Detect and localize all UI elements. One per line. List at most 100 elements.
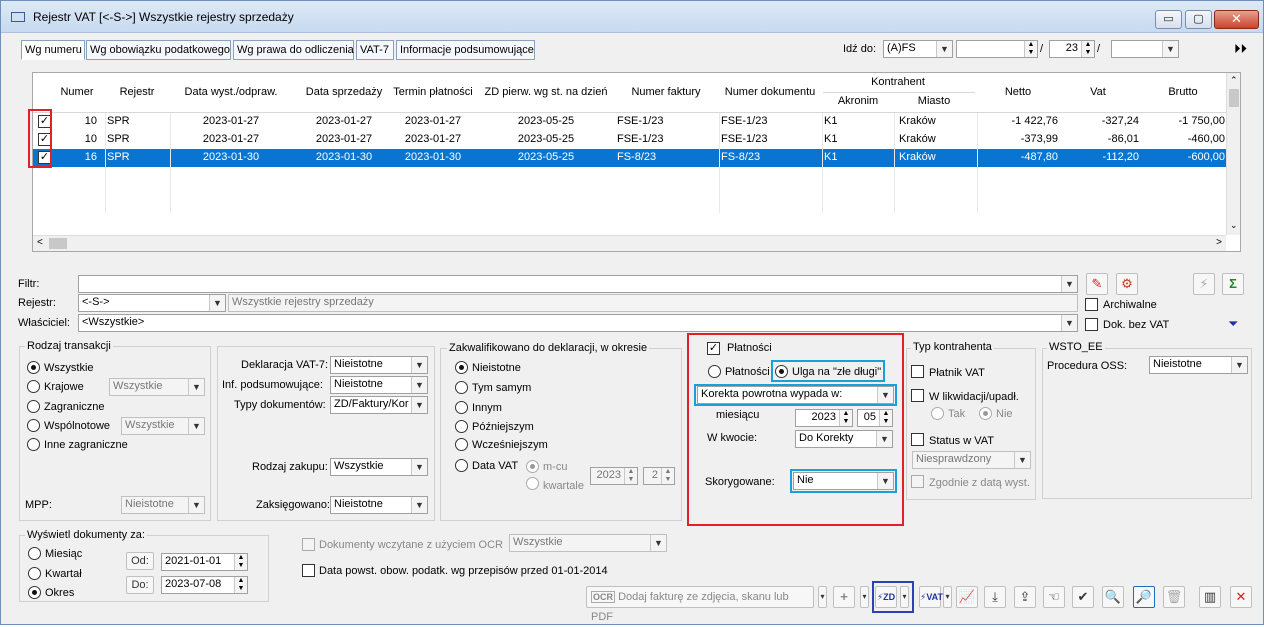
columns-icon[interactable]: ▥ <box>1199 586 1221 608</box>
radio-tym-samym[interactable] <box>455 381 468 394</box>
chevron-down-icon[interactable]: ▼ <box>1061 315 1077 331</box>
od-date-spin[interactable]: 2021-01-01 ▲ ▼ <box>161 553 248 571</box>
korekta-month-spin[interactable]: 05 ▲ ▼ <box>857 409 893 427</box>
goto-number-spin[interactable]: ▲ ▼ <box>956 40 1038 58</box>
archiwalne-checkbox[interactable] <box>1085 298 1098 311</box>
document-up-icon[interactable]: ⇪ <box>1014 586 1036 608</box>
radio-zagraniczne[interactable] <box>27 400 40 413</box>
rejestr-combo[interactable]: <-S-> ▼ <box>78 294 226 312</box>
goto-year-combo[interactable]: ▼ <box>1111 40 1179 58</box>
col-data-sprzedazy[interactable]: Data sprzedaży <box>298 86 390 98</box>
col-numer-dokumentu[interactable]: Numer dokumentu <box>719 86 821 98</box>
fast-forward-icon[interactable]: ⏵⏵ <box>1234 41 1247 57</box>
spin-updown-icon[interactable]: ▲ ▼ <box>1024 41 1037 57</box>
radio-nieistotne[interactable] <box>455 361 468 374</box>
close-icon[interactable]: ✕ <box>1230 586 1252 608</box>
radio-wszystkie[interactable] <box>27 361 40 374</box>
vat7-combo[interactable]: Nieistotne ▼ <box>330 356 428 374</box>
chevron-down-icon[interactable]: ▼ <box>1231 357 1247 373</box>
col-vat[interactable]: Vat <box>1063 86 1133 98</box>
chevron-up-icon[interactable]: ⌃ <box>1230 75 1238 86</box>
trash-icon[interactable]: 🗑 <box>1163 586 1185 608</box>
dropdown-arrow-icon[interactable]: ▾ <box>943 586 952 608</box>
chevron-down-icon[interactable]: ▼ <box>411 377 427 393</box>
chevron-left-icon[interactable]: < <box>37 237 43 248</box>
radio-kwartal[interactable] <box>28 567 41 580</box>
expand-down-icon[interactable]: ⏷ <box>1228 316 1238 332</box>
lightning-icon[interactable]: ⚡ <box>1193 273 1215 295</box>
search-advanced-icon[interactable]: 🔎 <box>1133 586 1155 608</box>
filter-builder-icon[interactable]: ⚙ <box>1116 273 1138 295</box>
wlasciciel-combo[interactable]: <Wszystkie> ▼ <box>78 314 1078 332</box>
chevron-down-icon[interactable]: ▼ <box>936 41 952 57</box>
check-icon[interactable]: ✔ <box>1072 586 1094 608</box>
table-row[interactable]: ✓ 10 SPR 2023-01-27 2023-01-27 2023-01-2… <box>33 131 1226 149</box>
search-icon[interactable]: 🔍 <box>1102 586 1124 608</box>
document-hand-icon[interactable]: ☜ <box>1043 586 1065 608</box>
col-termin[interactable]: Termin płatności <box>390 86 476 98</box>
korekta-combo[interactable]: Korekta powrotna wypada w: ▼ <box>697 386 894 404</box>
col-akronim[interactable]: Akronim <box>823 95 893 107</box>
korekta-year-spin[interactable]: 2023 ▲ ▼ <box>795 409 853 427</box>
chevron-down-icon[interactable]: ▼ <box>1061 276 1077 292</box>
tab-informacje[interactable]: Informacje podsumowujące <box>396 40 535 60</box>
do-button[interactable]: Do: <box>126 576 154 594</box>
filtr-combo[interactable]: ▼ <box>78 275 1078 293</box>
platnik-vat-checkbox[interactable] <box>911 365 924 378</box>
chevron-right-icon[interactable]: > <box>1216 237 1222 248</box>
procedura-oss-combo[interactable]: Nieistotne ▼ <box>1149 356 1248 374</box>
chart-icon[interactable]: 📈 <box>956 586 978 608</box>
tab-wg-obowiazku[interactable]: Wg obowiązku podatkowego <box>86 40 231 60</box>
chevron-down-icon[interactable]: ▼ <box>411 357 427 373</box>
do-date-spin[interactable]: 2023-07-08 ▲ ▼ <box>161 576 248 594</box>
radio-miesiac[interactable] <box>28 547 41 560</box>
sum-icon[interactable]: Σ <box>1222 273 1244 295</box>
chevron-down-icon[interactable]: ▼ <box>876 431 892 447</box>
chevron-down-icon[interactable]: ▼ <box>209 295 225 311</box>
radio-innym[interactable] <box>455 401 468 414</box>
radio-platnosci[interactable] <box>708 365 721 378</box>
radio-data-vat[interactable] <box>455 459 468 472</box>
col-numer[interactable]: Numer <box>57 86 97 98</box>
likwidacji-checkbox[interactable] <box>911 389 924 402</box>
col-rejestr[interactable]: Rejestr <box>109 86 165 98</box>
chevron-down-icon[interactable]: ▼ <box>411 497 427 513</box>
minimize-button[interactable]: ▭ <box>1155 10 1182 29</box>
chevron-down-icon[interactable]: ▼ <box>877 387 893 403</box>
goto-register-combo[interactable]: (A)FS ▼ <box>883 40 953 58</box>
export-icon[interactable]: ⤓ <box>984 586 1006 608</box>
zaksiegowano-combo[interactable]: Nieistotne ▼ <box>330 496 428 514</box>
typy-dokumentow-combo[interactable]: ZD/Faktury/Kor ▼ <box>330 396 428 414</box>
col-netto[interactable]: Netto <box>978 86 1058 98</box>
radio-inne-zagraniczne[interactable] <box>27 438 40 451</box>
col-kontrahent[interactable]: Kontrahent <box>823 76 973 88</box>
dok-bez-vat-checkbox[interactable] <box>1085 318 1098 331</box>
chevron-down-icon[interactable]: ▼ <box>411 397 427 413</box>
chevron-down-icon[interactable]: ▼ <box>411 459 427 475</box>
tab-vat7[interactable]: VAT-7 <box>356 40 394 60</box>
close-button[interactable]: ✕ <box>1214 10 1259 29</box>
dropdown-arrow-icon[interactable]: ▾ <box>818 586 827 608</box>
spin-updown-icon[interactable]: ▲ ▼ <box>234 554 247 570</box>
inf-podsumowujace-combo[interactable]: Nieistotne ▼ <box>330 376 428 394</box>
add-icon[interactable]: + <box>833 586 855 608</box>
chevron-down-icon[interactable]: ▼ <box>1162 41 1178 57</box>
col-zd[interactable]: ZD pierw. wg st. na dzień <box>476 86 616 98</box>
scroll-thumb[interactable] <box>1229 89 1239 107</box>
maximize-button[interactable]: ▢ <box>1185 10 1212 29</box>
radio-wspolnotowe[interactable] <box>27 419 40 432</box>
status-vat-checkbox[interactable] <box>911 433 924 446</box>
rodzaj-zakupu-combo[interactable]: Wszystkie ▼ <box>330 458 428 476</box>
col-data-wyst[interactable]: Data wyst./odpraw. <box>171 86 291 98</box>
table-row[interactable]: ✓ 10 SPR 2023-01-27 2023-01-27 2023-01-2… <box>33 113 1226 131</box>
od-button[interactable]: Od: <box>126 552 154 570</box>
platnosci-checkbox[interactable]: ✓ <box>707 342 720 355</box>
skorygowane-combo[interactable]: Nie ▼ <box>793 472 894 490</box>
col-numer-faktury[interactable]: Numer faktury <box>616 86 716 98</box>
radio-pozniejszym[interactable] <box>455 420 468 433</box>
documents-grid[interactable]: Numer Rejestr Data wyst./odpraw. Data sp… <box>32 72 1241 252</box>
chevron-down-icon[interactable]: ⌄ <box>1230 220 1238 231</box>
spin-updown-icon[interactable]: ▲ ▼ <box>1081 41 1094 57</box>
horizontal-scrollbar[interactable]: < > <box>33 235 1226 251</box>
col-brutto[interactable]: Brutto <box>1143 86 1223 98</box>
